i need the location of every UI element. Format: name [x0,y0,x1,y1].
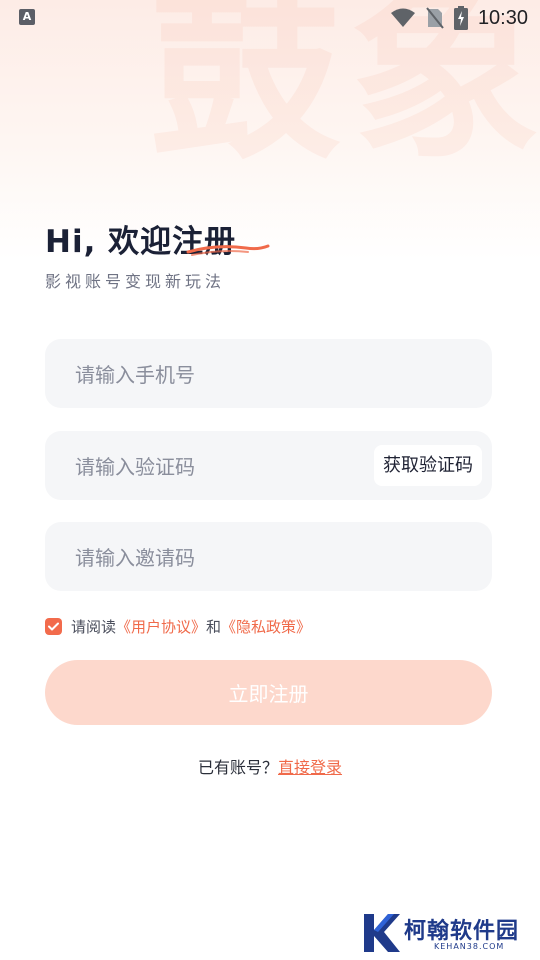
privacy-policy-link[interactable]: 《隐私政策》 [221,616,311,637]
checkmark-icon [48,622,59,631]
watermark-domain: KEHAN38.COM [434,942,505,951]
verification-code-field[interactable]: 获取验证码 [45,431,492,502]
phone-input[interactable] [73,339,377,410]
a-notification-icon: A [19,9,35,25]
status-time: 10:30 [477,6,528,29]
user-agreement-link[interactable]: 《用户协议》 [116,616,206,637]
get-code-button[interactable]: 获取验证码 [374,445,482,486]
title-underline-decoration [186,244,270,256]
status-bar: A 10:30 [0,0,540,36]
login-prompt-text: 已有账号？ [197,758,278,777]
agreement-checkbox[interactable] [45,618,62,635]
verification-code-input[interactable] [73,431,377,502]
agreement-row: 请阅读 《用户协议》 和 《隐私政策》 [45,616,311,637]
login-prompt: 已有账号？直接登录 [0,754,540,778]
page-subtitle: 影视账号变现新玩法 [45,272,226,291]
agreement-prefix: 请阅读 [71,618,117,636]
no-sim-icon [426,7,444,29]
watermark-logo-icon [364,914,400,952]
watermark-name: 柯翰软件园 [404,919,520,944]
wifi-icon [390,8,415,27]
battery-charging-icon [453,6,468,30]
phone-field[interactable] [45,339,492,410]
invite-code-input[interactable] [73,522,377,593]
register-button[interactable]: 立即注册 [45,660,492,725]
agreement-and: 和 [206,618,222,636]
direct-login-link[interactable]: 直接登录 [278,758,342,777]
status-icons: 10:30 [390,6,528,30]
invite-code-field[interactable] [45,522,492,593]
watermark: 柯翰软件园 KEHAN38.COM [360,910,530,956]
